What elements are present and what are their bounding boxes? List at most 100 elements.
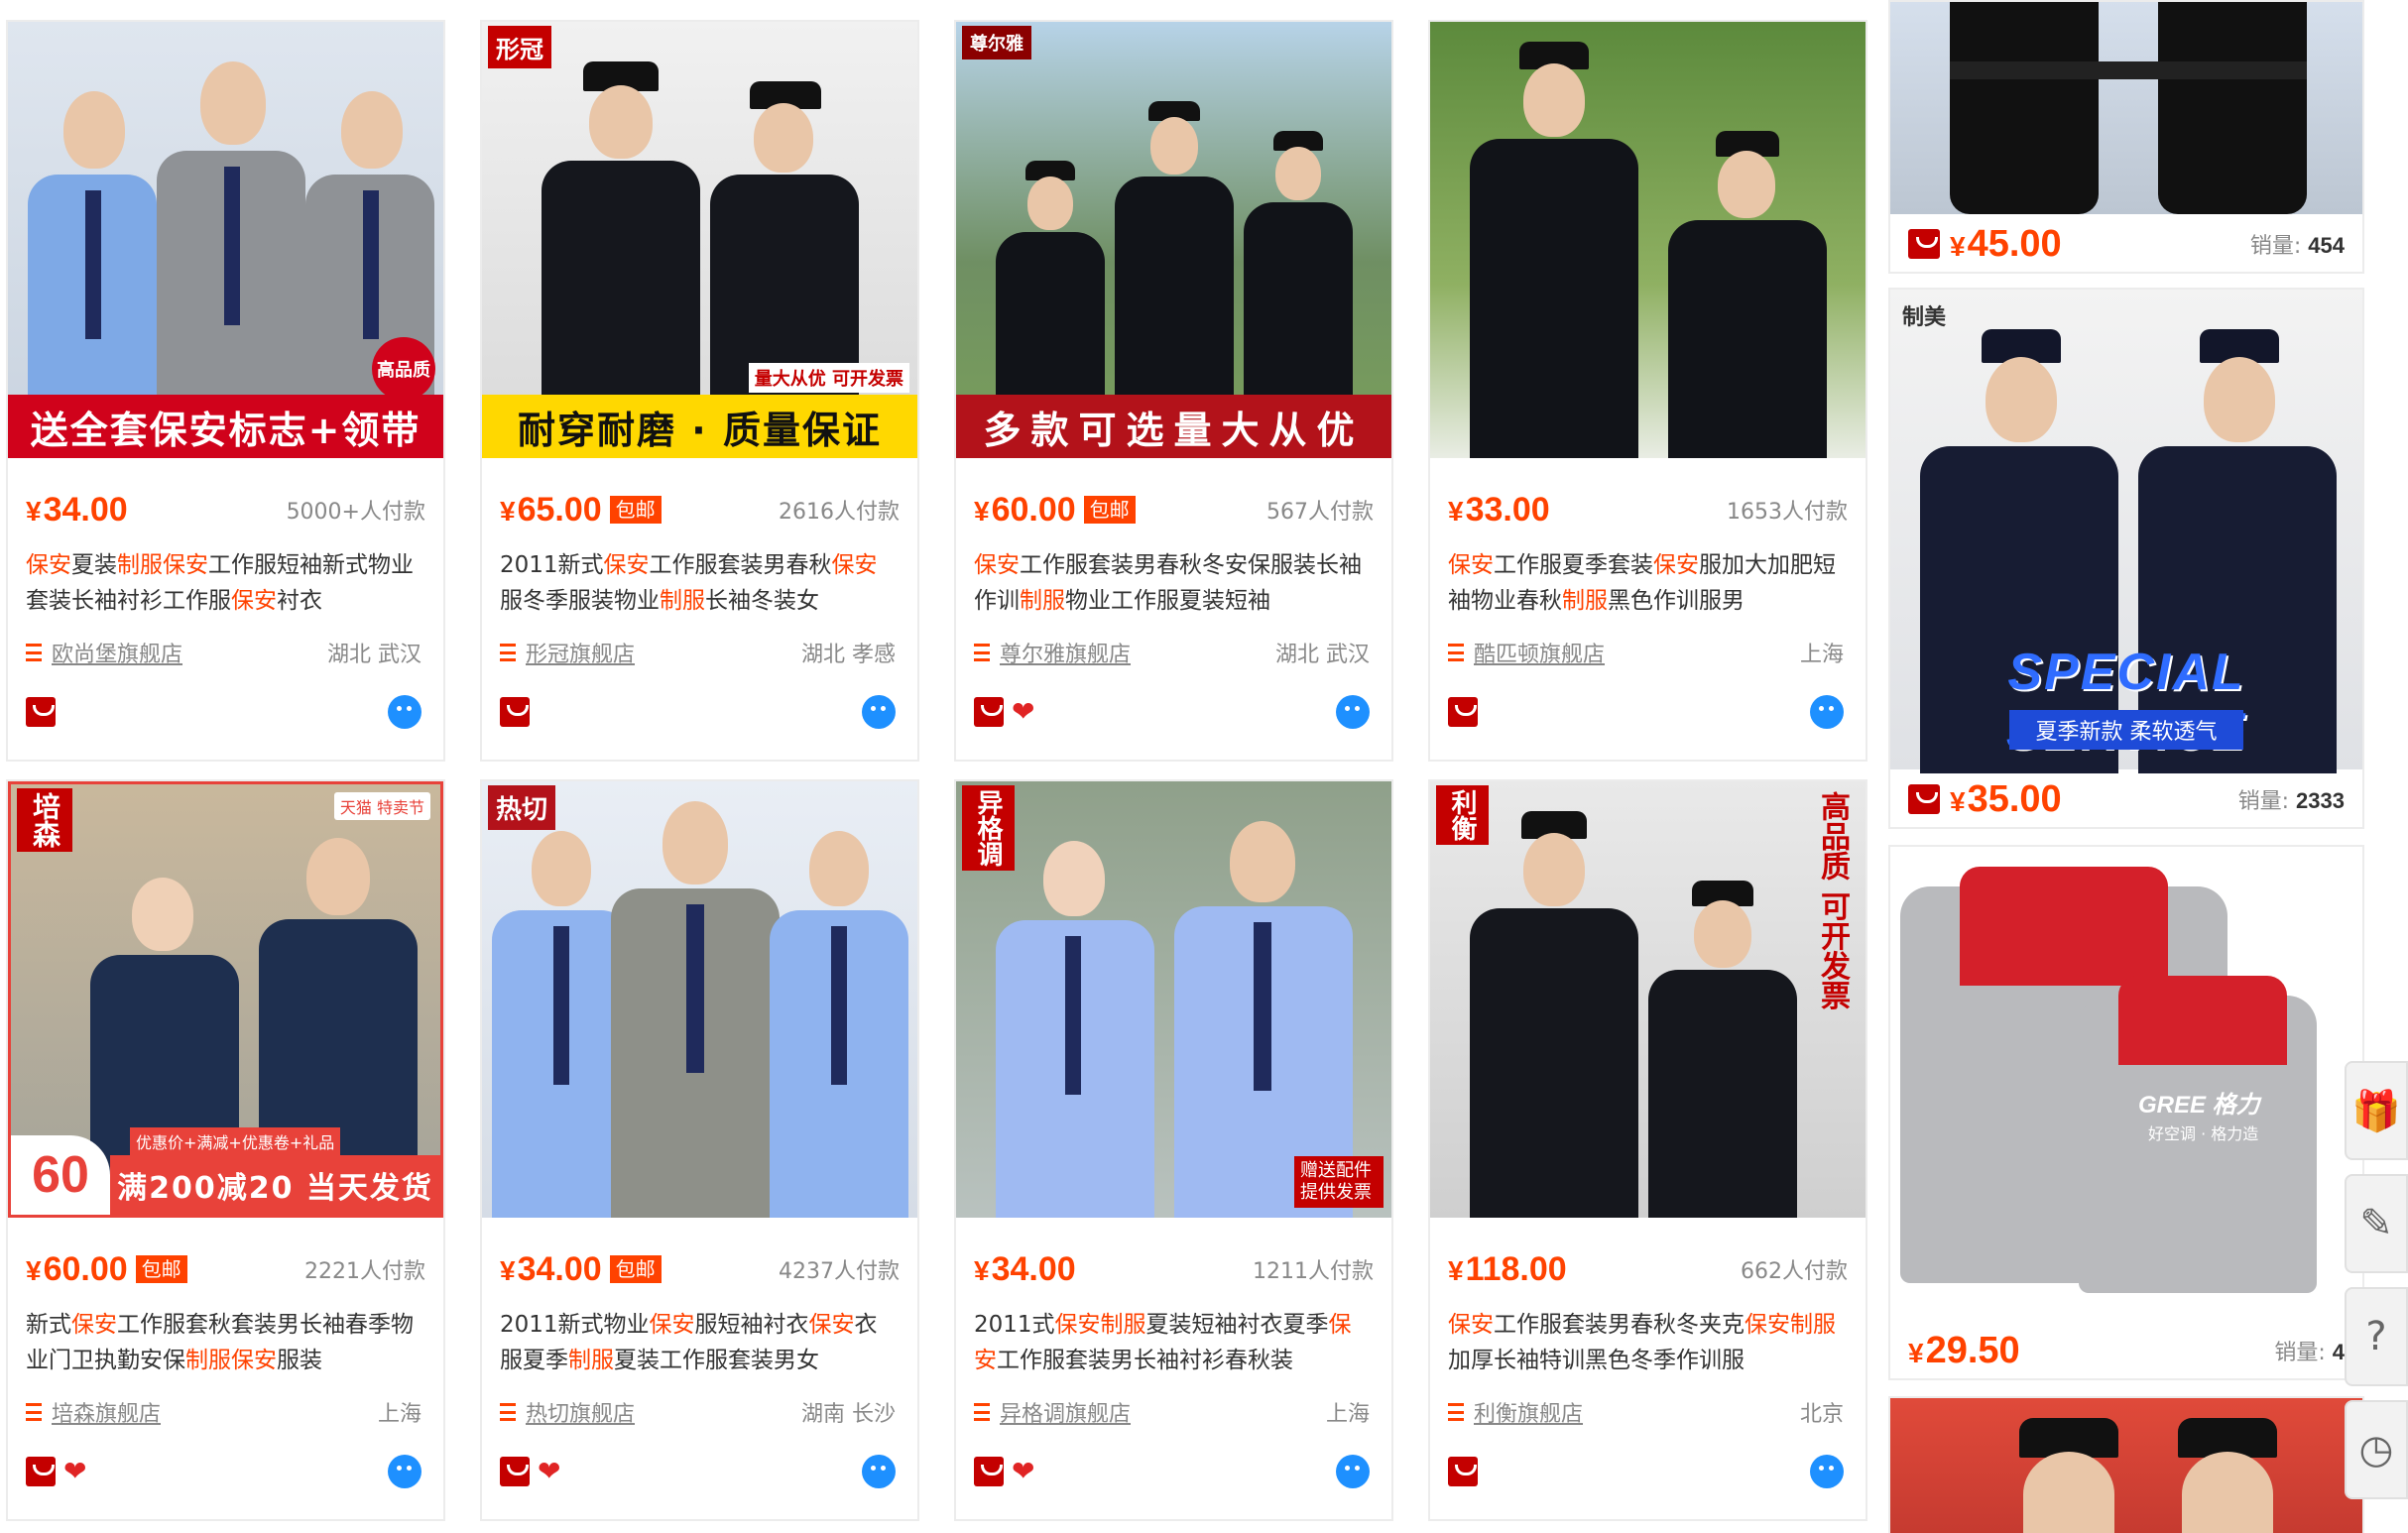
product-card[interactable]: ¥33.00 1653人付款 保安工作服夏季套装保安服加大加肥短袖物业春秋制服黑… — [1428, 20, 1867, 762]
festival-tag: 天猫 特卖节 — [333, 792, 430, 820]
shop-name-link[interactable]: 培森旗舰店 — [52, 1396, 161, 1428]
shop-icon — [500, 644, 516, 661]
sold-count: 662人付款 — [1741, 1259, 1848, 1284]
price: ¥34.00 — [974, 1249, 1076, 1288]
free-shipping-badge: 包邮 — [609, 1255, 662, 1283]
wangwang-chat-icon[interactable] — [1810, 695, 1844, 729]
product-image[interactable] — [1890, 1398, 2362, 1533]
shop-name-link[interactable]: 形冠旗舰店 — [526, 637, 635, 668]
product-title[interactable]: 2011新式物业保安服短袖衬衣保安衣服夏季制服夏装工作服套装男女 — [500, 1307, 900, 1380]
wangwang-chat-icon[interactable] — [1336, 1455, 1370, 1488]
shop-name-link[interactable]: 酷匹顿旗舰店 — [1474, 637, 1605, 668]
product-card[interactable]: 培森 天猫 特卖节 优惠价+满减+优惠卷+礼品 60 满200减20 当天发货 … — [6, 779, 445, 1521]
side-product-card[interactable] — [1888, 1396, 2364, 1533]
sales-count: 销量: 2333 — [2237, 788, 2345, 814]
price-60-badge: 60 — [11, 1135, 110, 1215]
clock-icon[interactable]: ◷ — [2345, 1400, 2408, 1499]
help-icon[interactable]: ? — [2345, 1287, 2408, 1386]
product-card[interactable]: 利衡 高品质 可开发票 ¥118.00 662人付款 保安工作服套装男春秋冬夹克… — [1428, 779, 1867, 1521]
promo-banner: 多款可选量大从优 — [956, 395, 1391, 458]
product-title[interactable]: 2011式保安制服夏装短袖衬衣夏季保安工作服套装男长袖衬衫春秋装 — [974, 1307, 1374, 1380]
tmall-icon — [1908, 784, 1940, 814]
price: ¥60.00 — [974, 490, 1076, 529]
tmall-icon — [1908, 229, 1940, 259]
wangwang-chat-icon[interactable] — [388, 1455, 421, 1488]
wangwang-chat-icon[interactable] — [388, 695, 421, 729]
side-product-card[interactable]: ¥45.00 销量: 454 — [1888, 0, 2364, 274]
brand-tag: 培森 — [17, 788, 72, 852]
product-title[interactable]: 新式保安工作服套秋套装男长袖春季物业门卫执勤安保制服保安服装 — [26, 1307, 425, 1380]
price: ¥35.00 — [1950, 777, 2062, 820]
wangwang-chat-icon[interactable] — [862, 1455, 896, 1488]
product-title[interactable]: 保安工作服夏季套装保安服加大加肥短袖物业春秋制服黑色作训服男 — [1448, 547, 1848, 621]
product-image[interactable] — [1430, 22, 1866, 458]
heart-icon[interactable]: ❤ — [1012, 1457, 1034, 1486]
promo-banner: 满200减20 当天发货 — [110, 1155, 440, 1215]
shop-name-link[interactable]: 尊尔雅旗舰店 — [1000, 637, 1131, 668]
brand-tag: 热切 — [488, 785, 556, 830]
product-card[interactable]: 形冠 量大从优 可开发票 耐穿耐磨 · 质量保证 ¥65.00 包邮 2616人… — [480, 20, 919, 762]
product-image[interactable]: 形冠 量大从优 可开发票 耐穿耐磨 · 质量保证 — [482, 22, 917, 458]
tmall-icon[interactable] — [1448, 1457, 1478, 1486]
location: 上海 — [1325, 1402, 1370, 1427]
product-image[interactable]: 高品质 送全套保安标志+领带 — [8, 22, 443, 458]
product-image[interactable]: 尊尔雅 多款可选量大从优 — [956, 22, 1391, 458]
brand-tag: 尊尔雅 — [962, 26, 1031, 59]
product-image[interactable]: 热切 — [482, 781, 917, 1218]
heart-icon[interactable]: ❤ — [1012, 697, 1034, 727]
product-title[interactable]: 保安工作服套装男春秋冬夹克保安制服加厚长袖特训黑色冬季作训服 — [1448, 1307, 1848, 1380]
tmall-icon[interactable] — [500, 1457, 530, 1486]
sold-count: 2616人付款 — [779, 500, 900, 525]
tmall-icon[interactable] — [1448, 697, 1478, 727]
product-title[interactable]: 保安工作服套装男春秋冬安保服装长袖作训制服物业工作服夏装短袖 — [974, 547, 1374, 621]
tmall-icon[interactable] — [974, 697, 1004, 727]
product-title[interactable]: 保安夏装制服保安工作服短袖新式物业套装长袖衬衫工作服保安衬衣 — [26, 547, 425, 621]
gift-note: 赠送配件 提供发票 — [1294, 1156, 1384, 1208]
side-toolbar: 🎁 ✎ ? ◷ — [2345, 1061, 2408, 1513]
wangwang-chat-icon[interactable] — [1336, 695, 1370, 729]
side-product-card[interactable]: 制美 SPECIAL SERVICE 夏季新款 柔软透气 ¥35.00 销量: … — [1888, 288, 2364, 829]
price: ¥45.00 — [1950, 222, 2062, 265]
price: ¥34.00 — [500, 1249, 602, 1288]
product-card[interactable]: 异格调 赠送配件 提供发票 ¥34.00 1211人付款 2011式保安制服夏装… — [954, 779, 1393, 1521]
product-title[interactable]: 2011新式保安工作服套装男春秋保安服冬季服装物业制服长袖冬装女 — [500, 547, 900, 621]
shop-icon — [26, 644, 42, 661]
heart-icon[interactable]: ❤ — [538, 1457, 560, 1486]
side-text: 高品质 可开发票 — [1815, 791, 1850, 1010]
tmall-icon[interactable] — [500, 697, 530, 727]
product-image[interactable]: 制美 SPECIAL SERVICE 夏季新款 柔软透气 — [1890, 290, 2362, 773]
shop-name-link[interactable]: 热切旗舰店 — [526, 1396, 635, 1428]
free-shipping-badge: 包邮 — [135, 1255, 187, 1283]
side-product-card[interactable]: GREE 格力 好空调 · 格力造 ¥29.50 销量: 4 — [1888, 845, 2364, 1380]
brand-label: 制美 — [1902, 305, 1947, 330]
location: 湖北 孝感 — [801, 643, 896, 667]
product-card[interactable]: 高品质 送全套保安标志+领带 ¥34.00 5000+人付款 保安夏装制服保安工… — [6, 20, 445, 762]
shop-icon — [1448, 1403, 1464, 1421]
product-image[interactable] — [1890, 2, 2362, 214]
wangwang-chat-icon[interactable] — [862, 695, 896, 729]
product-card[interactable]: 尊尔雅 多款可选量大从优 ¥60.00 包邮 567人付款 保安工作服套装男春秋… — [954, 20, 1393, 762]
product-image[interactable]: 培森 天猫 特卖节 优惠价+满减+优惠卷+礼品 60 满200减20 当天发货 — [8, 781, 443, 1218]
edit-icon[interactable]: ✎ — [2345, 1174, 2408, 1273]
product-image[interactable]: GREE 格力 好空调 · 格力造 — [1890, 847, 2362, 1319]
product-image[interactable]: 异格调 赠送配件 提供发票 — [956, 781, 1391, 1218]
heart-icon[interactable]: ❤ — [63, 1457, 86, 1486]
tmall-icon[interactable] — [26, 1457, 56, 1486]
shop-name-link[interactable]: 利衡旗舰店 — [1474, 1396, 1583, 1428]
overlay-subtext: 夏季新款 柔软透气 — [2009, 710, 2243, 750]
location: 湖南 长沙 — [801, 1402, 896, 1427]
price: ¥65.00 — [500, 490, 602, 529]
shop-name-link[interactable]: 异格调旗舰店 — [1000, 1396, 1131, 1428]
product-image[interactable]: 利衡 高品质 可开发票 — [1430, 781, 1866, 1218]
shop-icon — [974, 1403, 990, 1421]
location: 湖北 武汉 — [1275, 643, 1370, 667]
location: 上海 — [1799, 643, 1844, 667]
product-card[interactable]: 热切 ¥34.00 包邮 4237人付款 2011新式物业保安服短袖衬衣保安衣服… — [480, 779, 919, 1521]
shop-name-link[interactable]: 欧尚堡旗舰店 — [52, 637, 182, 668]
tmall-icon[interactable] — [974, 1457, 1004, 1486]
gift-icon[interactable]: 🎁 — [2345, 1061, 2408, 1160]
wangwang-chat-icon[interactable] — [1810, 1455, 1844, 1488]
shop-icon — [1448, 644, 1464, 661]
location: 湖北 武汉 — [327, 643, 421, 667]
tmall-icon[interactable] — [26, 697, 56, 727]
